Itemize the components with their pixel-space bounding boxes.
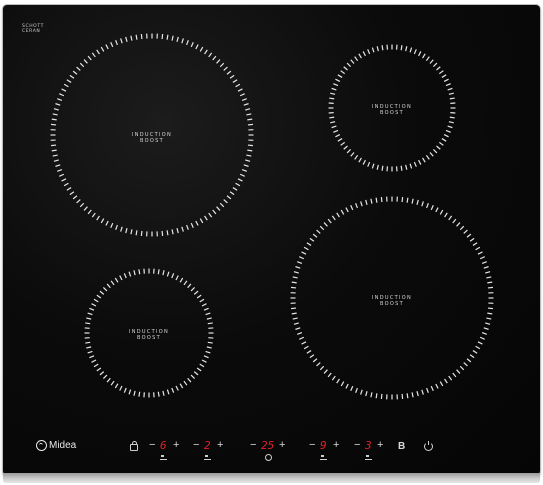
timer-display: 25 [261,439,275,452]
zone2-minus-button[interactable]: − [193,440,199,451]
zone2-level-display: 2 [204,439,211,452]
brand-logo: Midea [36,440,76,451]
zone-label-rear-left: INDUCTION BOOST [132,132,172,144]
midea-logo-icon [36,440,47,451]
zone-position-icon [204,455,211,460]
zone3-minus-button[interactable]: − [309,440,315,451]
brand-name: Midea [49,440,77,451]
timer-minus-button[interactable]: − [250,440,256,451]
zone4-level-display: 3 [365,439,372,452]
zone4-minus-button[interactable]: − [354,440,360,451]
zone4-plus-button[interactable]: + [377,440,383,451]
cooking-zone-rings [50,33,494,400]
zone-label-rear-right: INDUCTION BOOST [372,104,412,116]
zone3-plus-button[interactable]: + [333,440,339,451]
zone1-plus-button[interactable]: + [173,440,179,451]
zone-label-front-left: INDUCTION BOOST [129,329,169,341]
zone3-level-display: 9 [320,439,327,452]
zone1-level-display: 6 [160,439,167,452]
zone-position-icon [365,455,372,460]
zone-position-icon [160,455,167,460]
zone-label-line2: BOOST [380,110,404,116]
power-icon[interactable] [424,441,433,451]
zone1-minus-button[interactable]: − [149,440,155,451]
zone2-plus-button[interactable]: + [217,440,223,451]
zone-label-front-right: INDUCTION BOOST [372,295,412,307]
lock-icon[interactable] [130,441,138,451]
zone-label-line2: BOOST [380,301,404,307]
timer-plus-button[interactable]: + [279,440,285,451]
clock-icon [265,454,272,461]
zone-label-line2: BOOST [137,335,161,341]
boost-button[interactable]: B [398,441,405,452]
zone-position-icon [320,455,327,460]
zone-label-line2: BOOST [140,138,164,144]
